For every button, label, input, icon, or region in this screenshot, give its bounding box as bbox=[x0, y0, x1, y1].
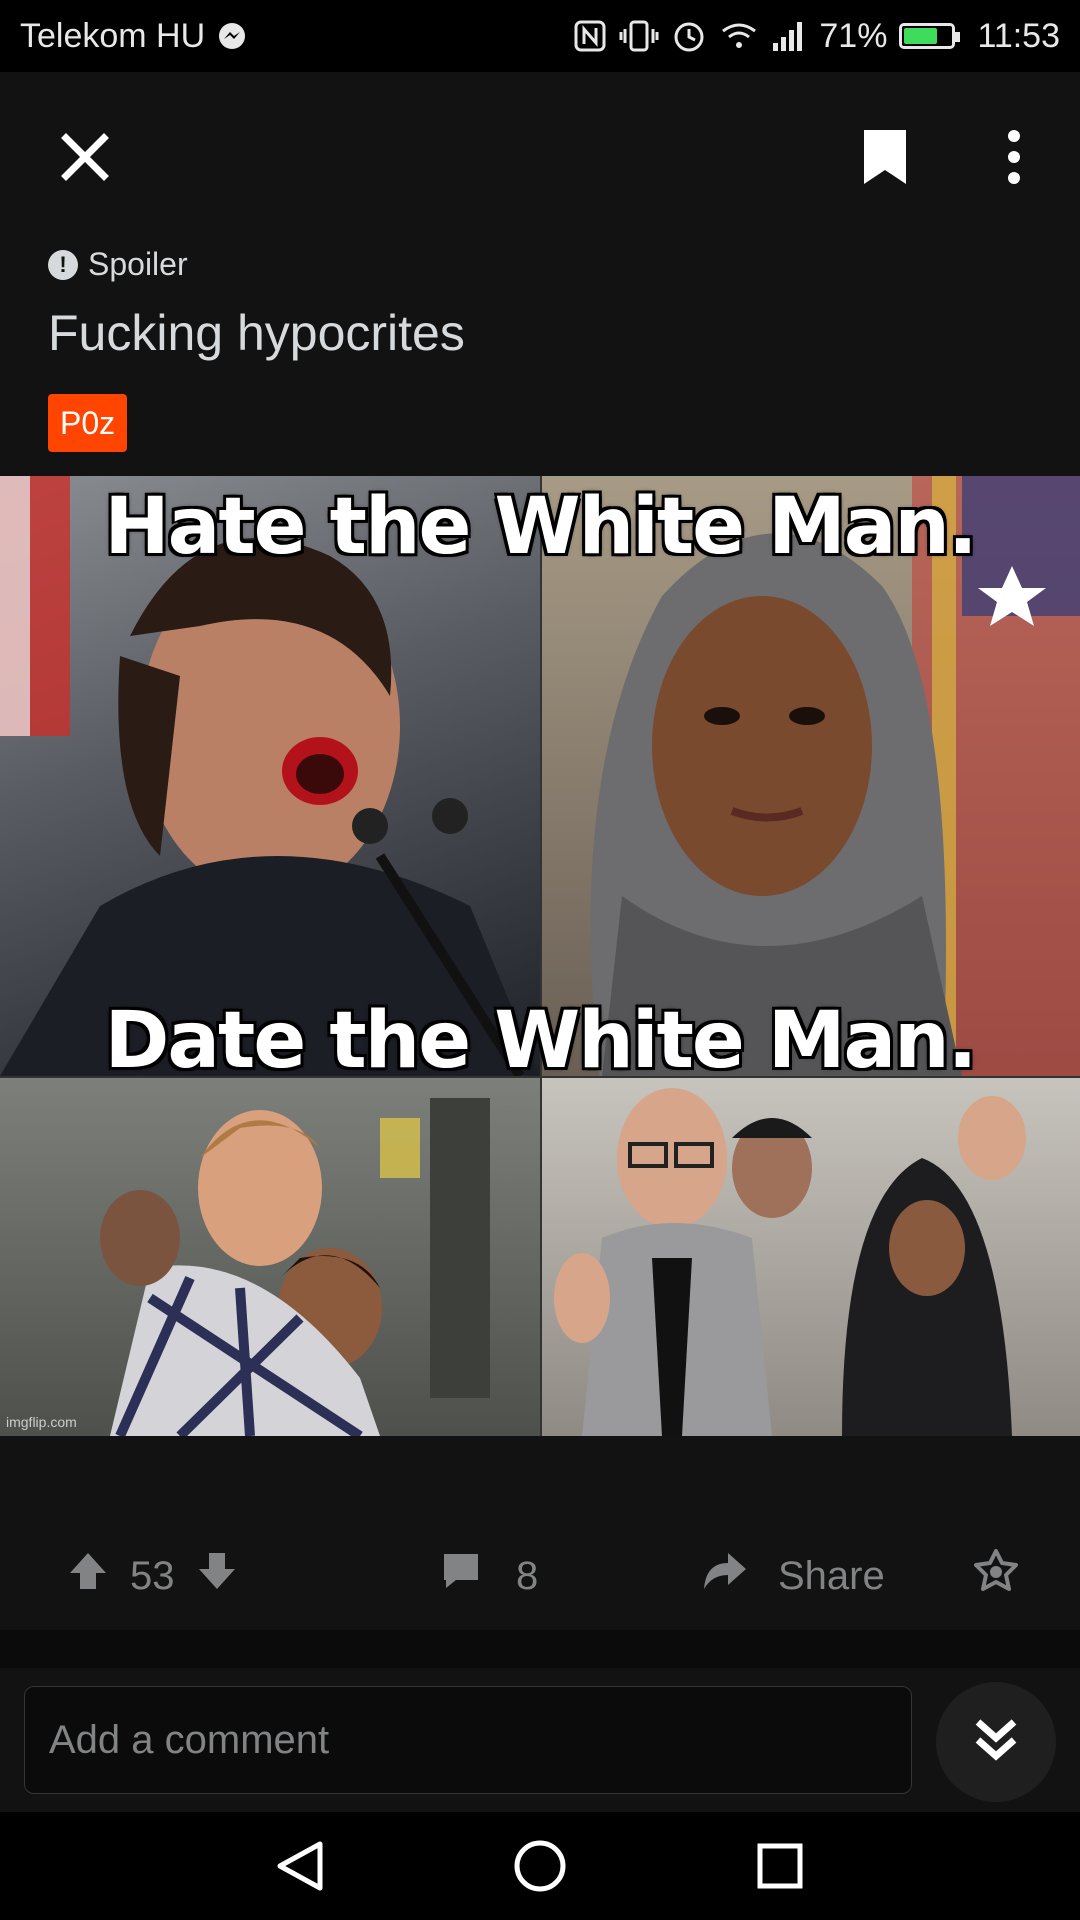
home-icon[interactable] bbox=[508, 1834, 572, 1898]
status-left: Telekom HU bbox=[20, 17, 247, 56]
battery-percent: 71% bbox=[819, 16, 888, 55]
wifi-icon bbox=[719, 19, 759, 53]
alert-icon: ! bbox=[48, 249, 78, 280]
double-chevron-down-icon bbox=[970, 1714, 1022, 1771]
image-panel-bottom-left bbox=[0, 1078, 540, 1436]
award-button[interactable] bbox=[972, 1536, 1020, 1616]
more-options-icon[interactable] bbox=[992, 122, 1036, 192]
post-header: ! Spoiler Fucking hypocrites P0z bbox=[0, 238, 1080, 476]
post-flair[interactable]: P0z bbox=[48, 394, 128, 452]
vote-controls: 53 bbox=[66, 1536, 239, 1616]
system-nav-bar bbox=[0, 1812, 1080, 1920]
status-bar: Telekom HU 71% 11:53 bbox=[0, 0, 1080, 72]
post-action-bar: 53 8 Share bbox=[0, 1436, 1080, 1630]
vibrate-icon bbox=[619, 19, 659, 53]
carrier-name: Telekom HU bbox=[20, 16, 206, 55]
comments-button[interactable]: 8 bbox=[440, 1536, 538, 1616]
back-icon[interactable] bbox=[268, 1834, 332, 1898]
battery-icon bbox=[899, 23, 961, 49]
upvote-icon[interactable] bbox=[66, 1549, 110, 1603]
meme-caption-bottom: Date the White Man. bbox=[104, 996, 978, 1086]
close-icon[interactable] bbox=[50, 122, 120, 192]
people-hugging-illustration bbox=[100, 1098, 490, 1436]
comment-count: 8 bbox=[516, 1553, 539, 1598]
signal-icon bbox=[771, 19, 807, 53]
vote-score: 53 bbox=[130, 1553, 175, 1598]
comment-input[interactable]: Add a comment bbox=[24, 1686, 912, 1794]
image-panel-bottom-right bbox=[542, 1078, 1080, 1436]
share-label: Share bbox=[778, 1553, 885, 1598]
award-icon bbox=[972, 1547, 1020, 1605]
people-clapping-illustration bbox=[554, 1088, 1026, 1436]
share-button[interactable]: Share bbox=[700, 1536, 885, 1616]
messenger-icon bbox=[217, 21, 247, 51]
status-right: 71% 11:53 bbox=[573, 17, 1060, 56]
comment-placeholder: Add a comment bbox=[49, 1717, 330, 1762]
post-title: Fucking hypocrites bbox=[48, 305, 465, 361]
share-icon bbox=[700, 1549, 748, 1603]
comment-icon bbox=[440, 1550, 482, 1602]
meme-caption-top: Hate the White Man. bbox=[104, 482, 977, 572]
spoiler-tag[interactable]: ! Spoiler bbox=[48, 246, 188, 283]
alarm-icon bbox=[671, 18, 707, 54]
recents-icon[interactable] bbox=[748, 1834, 812, 1898]
next-comment-button[interactable] bbox=[936, 1682, 1056, 1802]
nfc-icon bbox=[573, 19, 607, 53]
clock-time: 11:53 bbox=[977, 16, 1060, 55]
post-image[interactable]: Hate the White Man. Date the White Man. … bbox=[0, 476, 1080, 1436]
spoiler-label: Spoiler bbox=[88, 246, 188, 282]
downvote-icon[interactable] bbox=[195, 1549, 239, 1603]
comment-bar: Add a comment bbox=[0, 1668, 1080, 1812]
post-toolbar bbox=[0, 72, 1080, 239]
bookmark-icon[interactable] bbox=[852, 124, 918, 190]
image-watermark: imgflip.com bbox=[6, 1414, 77, 1430]
